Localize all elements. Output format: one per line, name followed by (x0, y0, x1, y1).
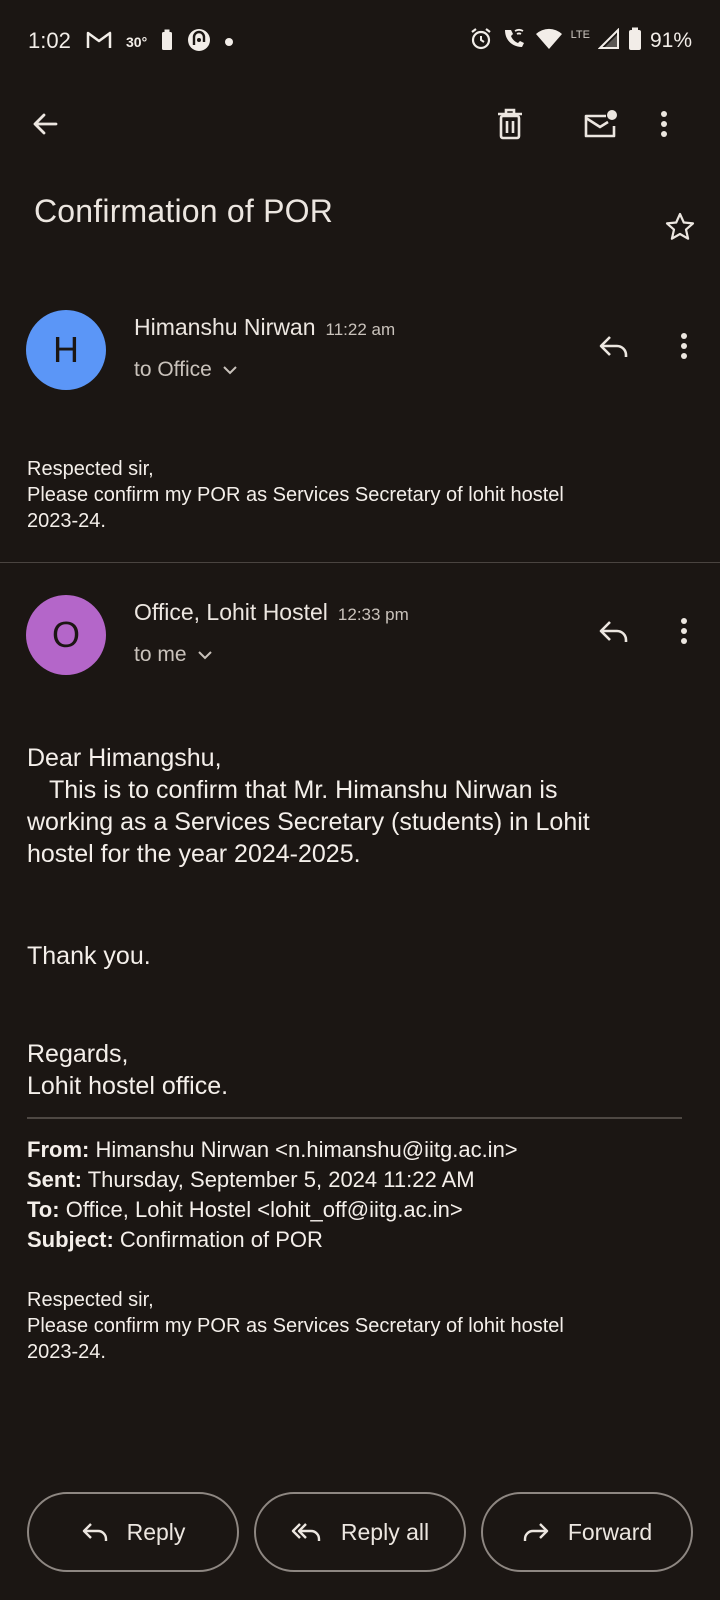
reply-icon (599, 336, 628, 357)
battery-small-icon (161, 29, 173, 56)
more-vert-icon (681, 618, 687, 644)
avatar[interactable]: H (26, 310, 106, 390)
forward-button[interactable]: Forward (481, 1492, 693, 1572)
quote-divider (27, 1117, 682, 1119)
reply-label: Reply (126, 1518, 186, 1545)
recipient-text: to me (134, 643, 187, 666)
message-time: 12:33 pm (337, 605, 409, 624)
mail-unread-icon (584, 110, 617, 138)
avatar[interactable]: O (26, 595, 106, 675)
star-icon (665, 212, 695, 240)
message-more-button[interactable] (660, 322, 708, 370)
reply-button[interactable] (590, 607, 638, 655)
reply-button[interactable] (590, 322, 638, 370)
wifi-calling-icon (501, 27, 527, 56)
status-bar: 1:02 30° LTE 91% (0, 0, 720, 84)
toolbar (0, 92, 720, 156)
email-thread-screen: 1:02 30° LTE 91% Confirmation of POR H H… (0, 0, 720, 1600)
message-signature: Regards, Lohit hostel office. (27, 1040, 229, 1100)
quoted-body: Respected sir, Please confirm my POR as … (27, 1289, 564, 1363)
temperature-text: 30° (126, 34, 148, 50)
chevron-down-icon (223, 366, 237, 375)
message-header: Himanshu Nirwan 11:22 am (134, 314, 395, 341)
message-body: Dear Himangshu, This is to confirm that … (27, 744, 590, 868)
recipient-details-toggle[interactable]: to me (134, 643, 213, 667)
sender-name[interactable]: Himanshu Nirwan (134, 314, 316, 341)
reply-icon (599, 621, 628, 642)
sender-name[interactable]: Office, Lohit Hostel (134, 599, 328, 626)
message-divider (0, 562, 720, 563)
wifi-icon (535, 28, 563, 55)
email-subject: Confirmation of POR (34, 193, 334, 229)
message-more-button[interactable] (660, 607, 708, 655)
back-button[interactable] (21, 100, 69, 148)
message-body: Respected sir, Please confirm my POR as … (27, 458, 564, 532)
reply-all-button[interactable]: Reply all (254, 1492, 466, 1572)
more-notifications-dot (225, 38, 234, 46)
star-button[interactable] (658, 205, 702, 249)
mark-unread-button[interactable] (576, 100, 624, 148)
more-vert-icon (661, 111, 667, 137)
message-time: 11:22 am (325, 320, 396, 339)
more-options-button[interactable] (640, 100, 688, 148)
app-notification-icon (187, 28, 211, 57)
message-closing: Thank you. (27, 942, 151, 970)
alarm-icon (469, 27, 493, 56)
status-time: 1:02 (28, 28, 71, 53)
recipient-details-toggle[interactable]: to Office (134, 358, 238, 382)
reply-all-icon (291, 1523, 321, 1541)
forward-label: Forward (567, 1518, 653, 1545)
gmail-icon (86, 30, 112, 55)
quoted-header: From: Himanshu Nirwan <n.himanshu@iitg.a… (27, 1137, 518, 1252)
more-vert-icon (681, 333, 687, 359)
network-type-text: LTE (570, 29, 590, 41)
battery-percent: 91% (649, 29, 692, 52)
signal-icon (597, 27, 620, 55)
delete-button[interactable] (486, 100, 534, 148)
message-header: Office, Lohit Hostel 12:33 pm (134, 599, 409, 626)
battery-icon (628, 27, 642, 56)
arrow-left-icon (33, 113, 58, 135)
chevron-down-icon (197, 651, 212, 660)
reply-all-label: Reply all (340, 1518, 430, 1545)
recipient-text: to Office (134, 358, 212, 381)
forward-icon (523, 1523, 549, 1541)
trash-icon (498, 108, 522, 140)
reply-icon (82, 1523, 107, 1541)
reply-action-button[interactable]: Reply (27, 1492, 239, 1572)
